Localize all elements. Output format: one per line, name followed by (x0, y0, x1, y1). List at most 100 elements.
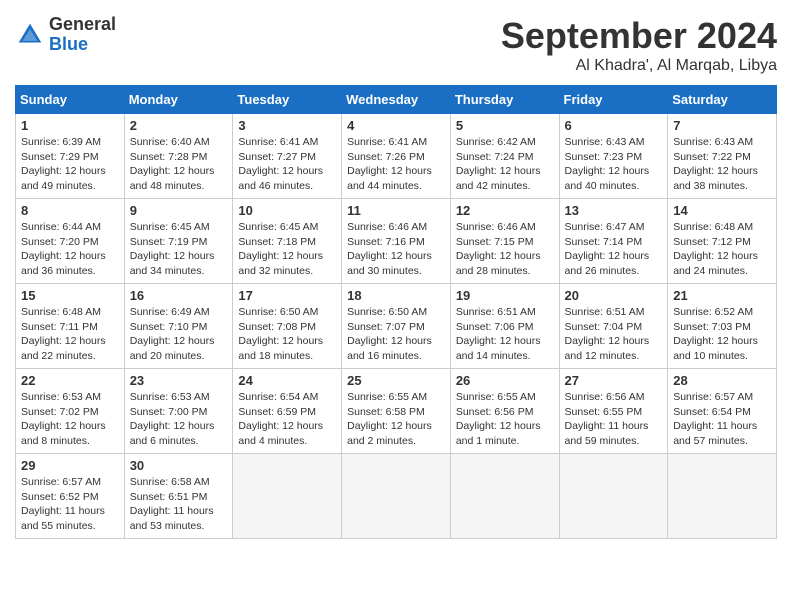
header-wednesday: Wednesday (342, 86, 451, 114)
week-row-3: 15 Sunrise: 6:48 AM Sunset: 7:11 PM Dayli… (16, 284, 777, 369)
day-info: Sunrise: 6:45 AM Sunset: 7:18 PM Dayligh… (238, 220, 336, 279)
day-info: Sunrise: 6:53 AM Sunset: 7:02 PM Dayligh… (21, 390, 119, 449)
day-number: 21 (673, 288, 771, 303)
day-cell-22: 22Sunrise: 6:53 AM Sunset: 7:02 PM Dayli… (16, 369, 125, 454)
day-number: 26 (456, 373, 554, 388)
header-sunday: Sunday (16, 86, 125, 114)
day-cell-26: 26Sunrise: 6:55 AM Sunset: 6:56 PM Dayli… (450, 369, 559, 454)
day-info: Sunrise: 6:52 AM Sunset: 7:03 PM Dayligh… (673, 305, 771, 364)
empty-cell (559, 454, 668, 539)
day-info: Sunrise: 6:57 AM Sunset: 6:54 PM Dayligh… (673, 390, 771, 449)
day-info: Sunrise: 6:41 AM Sunset: 7:27 PM Dayligh… (238, 135, 336, 194)
day-number: 7 (673, 118, 771, 133)
week-row-5: 29Sunrise: 6:57 AM Sunset: 6:52 PM Dayli… (16, 454, 777, 539)
day-cell-23: 23Sunrise: 6:53 AM Sunset: 7:00 PM Dayli… (124, 369, 233, 454)
empty-cell (450, 454, 559, 539)
day-cell-3: 3 Sunrise: 6:41 AM Sunset: 7:27 PM Daylig… (233, 114, 342, 199)
title-area: September 2024 Al Khadra', Al Marqab, Li… (501, 15, 777, 75)
header-thursday: Thursday (450, 86, 559, 114)
day-cell-16: 16 Sunrise: 6:49 AM Sunset: 7:10 PM Dayli… (124, 284, 233, 369)
logo: General Blue (15, 15, 116, 55)
logo-icon (15, 20, 45, 50)
day-cell-18: 18 Sunrise: 6:50 AM Sunset: 7:07 PM Dayli… (342, 284, 451, 369)
day-info: Sunrise: 6:43 AM Sunset: 7:23 PM Dayligh… (565, 135, 663, 194)
day-cell-6: 6 Sunrise: 6:43 AM Sunset: 7:23 PM Daylig… (559, 114, 668, 199)
day-cell-29: 29Sunrise: 6:57 AM Sunset: 6:52 PM Dayli… (16, 454, 125, 539)
page-header: General Blue September 2024 Al Khadra', … (15, 15, 777, 75)
day-cell-24: 24 Sunrise: 6:54 AM Sunset: 6:59 PM Dayli… (233, 369, 342, 454)
day-cell-10: 10Sunrise: 6:45 AM Sunset: 7:18 PM Dayli… (233, 199, 342, 284)
day-info: Sunrise: 6:43 AM Sunset: 7:22 PM Dayligh… (673, 135, 771, 194)
day-number: 28 (673, 373, 771, 388)
day-number: 24 (238, 373, 336, 388)
day-info: Sunrise: 6:51 AM Sunset: 7:04 PM Dayligh… (565, 305, 663, 364)
day-info: Sunrise: 6:49 AM Sunset: 7:10 PM Dayligh… (130, 305, 228, 364)
day-number: 3 (238, 118, 336, 133)
header-row: SundayMondayTuesdayWednesdayThursdayFrid… (16, 86, 777, 114)
day-cell-27: 27 Sunrise: 6:56 AM Sunset: 6:55 PM Dayli… (559, 369, 668, 454)
day-info: Sunrise: 6:42 AM Sunset: 7:24 PM Dayligh… (456, 135, 554, 194)
header-tuesday: Tuesday (233, 86, 342, 114)
day-info: Sunrise: 6:47 AM Sunset: 7:14 PM Dayligh… (565, 220, 663, 279)
day-number: 6 (565, 118, 663, 133)
day-info: Sunrise: 6:45 AM Sunset: 7:19 PM Dayligh… (130, 220, 228, 279)
day-info: Sunrise: 6:41 AM Sunset: 7:26 PM Dayligh… (347, 135, 445, 194)
header-saturday: Saturday (668, 86, 777, 114)
day-cell-17: 17Sunrise: 6:50 AM Sunset: 7:08 PM Dayli… (233, 284, 342, 369)
day-cell-19: 19 Sunrise: 6:51 AM Sunset: 7:06 PM Dayli… (450, 284, 559, 369)
day-number: 9 (130, 203, 228, 218)
day-cell-7: 7 Sunrise: 6:43 AM Sunset: 7:22 PM Daylig… (668, 114, 777, 199)
day-info: Sunrise: 6:40 AM Sunset: 7:28 PM Dayligh… (130, 135, 228, 194)
day-number: 11 (347, 203, 445, 218)
day-info: Sunrise: 6:55 AM Sunset: 6:58 PM Dayligh… (347, 390, 445, 449)
day-info: Sunrise: 6:51 AM Sunset: 7:06 PM Dayligh… (456, 305, 554, 364)
day-cell-12: 12Sunrise: 6:46 AM Sunset: 7:15 PM Dayli… (450, 199, 559, 284)
day-cell-13: 13Sunrise: 6:47 AM Sunset: 7:14 PM Dayli… (559, 199, 668, 284)
empty-cell (342, 454, 451, 539)
week-row-4: 22Sunrise: 6:53 AM Sunset: 7:02 PM Dayli… (16, 369, 777, 454)
day-info: Sunrise: 6:44 AM Sunset: 7:20 PM Dayligh… (21, 220, 119, 279)
day-number: 20 (565, 288, 663, 303)
day-cell-4: 4Sunrise: 6:41 AM Sunset: 7:26 PM Daylig… (342, 114, 451, 199)
day-number: 8 (21, 203, 119, 218)
day-number: 14 (673, 203, 771, 218)
day-number: 17 (238, 288, 336, 303)
day-number: 1 (21, 118, 119, 133)
week-row-2: 8 Sunrise: 6:44 AM Sunset: 7:20 PM Daylig… (16, 199, 777, 284)
day-info: Sunrise: 6:54 AM Sunset: 6:59 PM Dayligh… (238, 390, 336, 449)
day-info: Sunrise: 6:46 AM Sunset: 7:16 PM Dayligh… (347, 220, 445, 279)
day-info: Sunrise: 6:57 AM Sunset: 6:52 PM Dayligh… (21, 475, 119, 534)
logo-general: General (49, 15, 116, 35)
day-cell-20: 20 Sunrise: 6:51 AM Sunset: 7:04 PM Dayli… (559, 284, 668, 369)
day-cell-1: 1Sunrise: 6:39 AM Sunset: 7:29 PM Daylig… (16, 114, 125, 199)
header-monday: Monday (124, 86, 233, 114)
day-cell-25: 25 Sunrise: 6:55 AM Sunset: 6:58 PM Dayli… (342, 369, 451, 454)
day-number: 19 (456, 288, 554, 303)
day-number: 12 (456, 203, 554, 218)
day-info: Sunrise: 6:50 AM Sunset: 7:07 PM Dayligh… (347, 305, 445, 364)
day-cell-21: 21 Sunrise: 6:52 AM Sunset: 7:03 PM Dayli… (668, 284, 777, 369)
day-number: 18 (347, 288, 445, 303)
day-number: 27 (565, 373, 663, 388)
day-number: 30 (130, 458, 228, 473)
empty-cell (233, 454, 342, 539)
header-friday: Friday (559, 86, 668, 114)
day-cell-14: 14Sunrise: 6:48 AM Sunset: 7:12 PM Dayli… (668, 199, 777, 284)
day-number: 2 (130, 118, 228, 133)
day-cell-28: 28 Sunrise: 6:57 AM Sunset: 6:54 PM Dayli… (668, 369, 777, 454)
logo-blue: Blue (49, 35, 116, 55)
location: Al Khadra', Al Marqab, Libya (501, 57, 777, 75)
day-cell-30: 30 Sunrise: 6:58 AM Sunset: 6:51 PM Dayli… (124, 454, 233, 539)
day-number: 5 (456, 118, 554, 133)
day-number: 16 (130, 288, 228, 303)
day-info: Sunrise: 6:56 AM Sunset: 6:55 PM Dayligh… (565, 390, 663, 449)
day-number: 15 (21, 288, 119, 303)
day-number: 23 (130, 373, 228, 388)
empty-cell (668, 454, 777, 539)
day-info: Sunrise: 6:58 AM Sunset: 6:51 PM Dayligh… (130, 475, 228, 534)
day-info: Sunrise: 6:48 AM Sunset: 7:11 PM Dayligh… (21, 305, 119, 364)
day-cell-5: 5 Sunrise: 6:42 AM Sunset: 7:24 PM Daylig… (450, 114, 559, 199)
day-number: 25 (347, 373, 445, 388)
week-row-1: 1Sunrise: 6:39 AM Sunset: 7:29 PM Daylig… (16, 114, 777, 199)
day-cell-11: 11 Sunrise: 6:46 AM Sunset: 7:16 PM Dayli… (342, 199, 451, 284)
